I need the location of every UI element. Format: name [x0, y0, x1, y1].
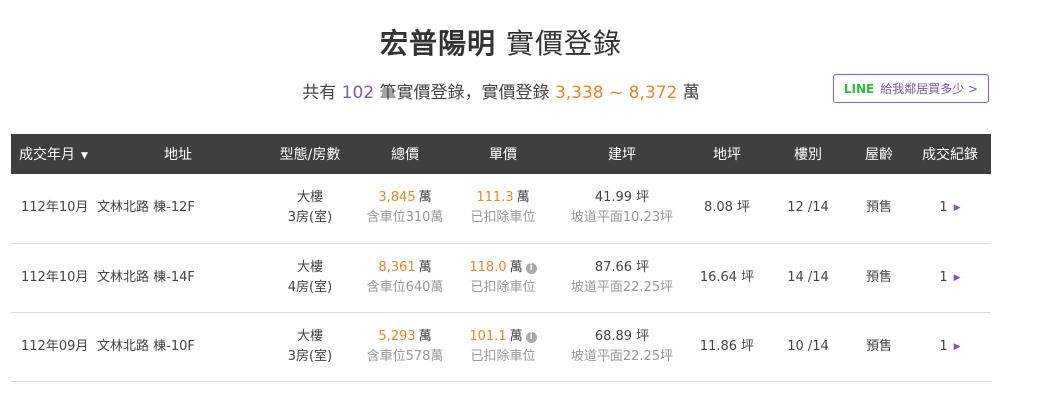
cell-total: 3,845 萬含車位310萬: [366, 190, 444, 226]
cell-age: 預售: [865, 200, 892, 216]
cell-records[interactable]: 1 ▶: [909, 243, 991, 312]
cell-records[interactable]: 1 ▶: [909, 174, 991, 243]
cell-type: 大樓 3房(室): [287, 328, 333, 364]
caret-down-icon: ▼: [81, 151, 88, 161]
page-subtitle: 實價登錄: [506, 27, 623, 60]
line-button-label: 給我鄰居買多少 >: [880, 82, 979, 96]
header-total: 總價: [391, 147, 419, 163]
header-floor: 樓別: [794, 147, 822, 163]
page-title: 宏普陽明 實價登錄: [0, 22, 1002, 62]
table-row[interactable]: 112年10月 文林北路 棟-14F 大樓 4房(室) 8,361 萬含車位640萬…: [11, 243, 991, 312]
table-row[interactable]: 112年10月 文林北路 棟-12F 大樓 3房(室) 3,845 萬含車位310萬…: [11, 174, 991, 243]
cell-address: 文林北路 棟-10F: [97, 338, 195, 354]
cell-floor: 14 /14: [787, 269, 829, 285]
info-icon[interactable]: i: [525, 331, 537, 343]
cell-land-area: 16.64 坪: [699, 269, 755, 285]
cell-type: 大樓 3房(室): [287, 190, 333, 226]
header-date-sort[interactable]: 成交年月 ▼: [11, 134, 97, 174]
cell-unit-price: 111.3 萬已扣除車位: [470, 190, 536, 226]
cell-age: 預售: [865, 269, 892, 285]
chevron-right-icon: ▶: [953, 203, 961, 214]
project-name: 宏普陽明: [379, 27, 496, 60]
cell-age: 預售: [865, 338, 892, 354]
line-brand: LINE: [843, 81, 875, 96]
cell-address: 文林北路 棟-12F: [97, 200, 195, 216]
cell-land-area: 11.86 坪: [699, 338, 755, 354]
table-row[interactable]: 112年09月 文林北路 棟-10F 大樓 3房(室) 5,293 萬含車位578萬…: [11, 312, 991, 381]
cell-land-area: 8.08 坪: [703, 200, 751, 216]
header-land-area: 地坪: [713, 147, 741, 163]
header-building-area: 建坪: [608, 147, 636, 163]
cell-floor: 12 /14: [787, 200, 829, 216]
summary-mid: 筆實價登錄，實價登錄: [379, 83, 550, 103]
header-type: 型態/房數: [279, 147, 341, 163]
cell-date: 112年09月: [21, 338, 89, 354]
summary-suffix: 萬: [682, 83, 700, 103]
chevron-right-icon: ▶: [953, 272, 961, 283]
cell-building-area: 87.66 坪坡道平面22.25坪: [570, 259, 674, 295]
cell-unit-price: 101.1 萬 i 已扣除車位: [469, 328, 537, 364]
cell-total: 5,293 萬含車位578萬: [366, 328, 444, 364]
header-address: 地址: [164, 147, 192, 163]
cell-unit-price: 118.0 萬 i 已扣除車位: [469, 259, 537, 295]
cell-building-area: 41.99 坪坡道平面10.23坪: [570, 190, 674, 226]
transactions-table: 成交年月 ▼ 地址 型態/房數 總價 單價 建坪 地坪 樓別 屋齡 成交紀錄 11…: [11, 134, 991, 382]
line-share-button[interactable]: LINE 給我鄰居買多少 >: [833, 74, 989, 103]
chevron-right-icon: ▶: [953, 341, 961, 352]
price-range: 3,338 ~ 8,372: [554, 83, 678, 103]
cell-date: 112年10月: [21, 200, 89, 216]
cell-total: 8,361 萬含車位640萬: [366, 259, 444, 295]
header-age: 屋齡: [865, 147, 893, 163]
summary-prefix: 共有: [302, 83, 337, 103]
table-header-row: 成交年月 ▼ 地址 型態/房數 總價 單價 建坪 地坪 樓別 屋齡 成交紀錄: [11, 134, 991, 174]
cell-floor: 10 /14: [787, 338, 829, 354]
header-records: 成交紀錄: [922, 147, 978, 163]
cell-records[interactable]: 1 ▶: [909, 312, 991, 381]
record-count: 102: [341, 83, 375, 103]
cell-address: 文林北路 棟-14F: [97, 269, 195, 285]
cell-type: 大樓 4房(室): [287, 259, 333, 295]
cell-date: 112年10月: [21, 269, 89, 285]
info-icon[interactable]: i: [525, 262, 537, 274]
cell-building-area: 68.89 坪坡道平面22.25坪: [570, 328, 674, 364]
header-unit-price: 單價: [489, 147, 517, 163]
